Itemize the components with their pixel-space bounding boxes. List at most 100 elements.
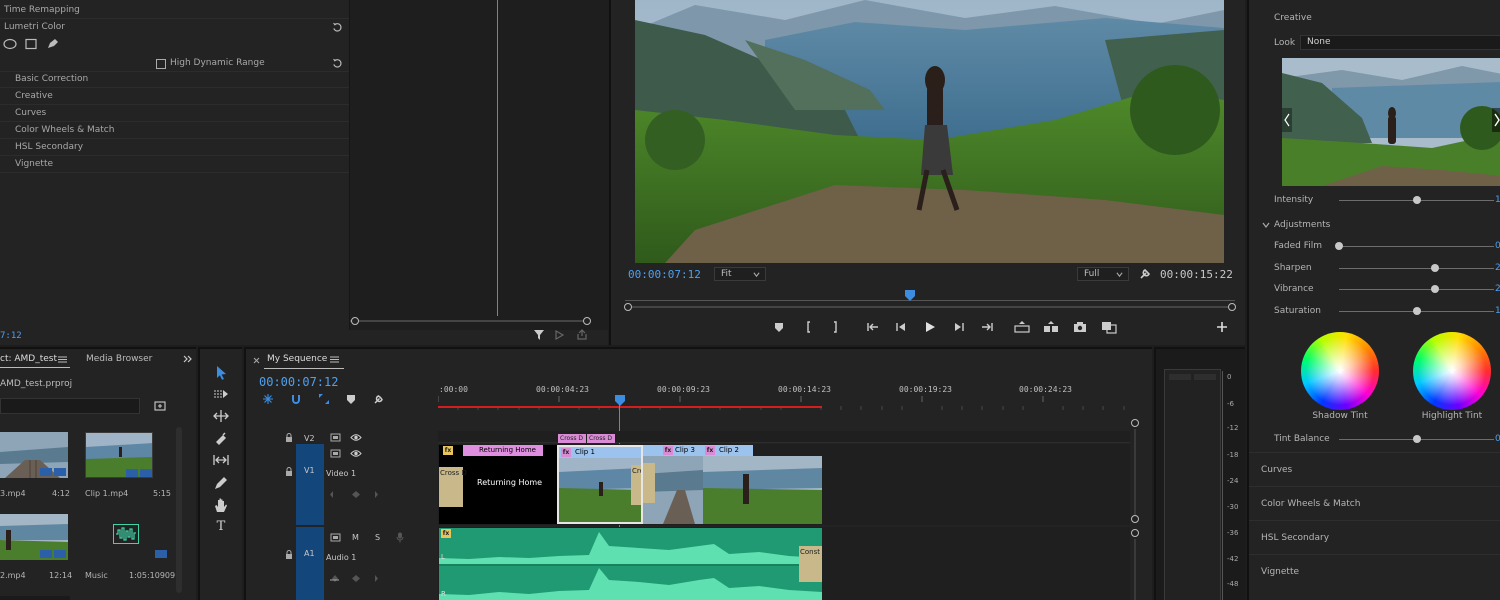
timeline-current-timecode[interactable]: 00:00:07:12	[259, 375, 338, 389]
tint-balance-value[interactable]: 0	[1495, 434, 1500, 444]
program-current-timecode[interactable]: 00:00:07:12	[628, 268, 701, 281]
clip-1[interactable]: fx Clip 1 Cross D	[557, 445, 643, 524]
program-video-frame[interactable]	[635, 0, 1224, 263]
clip-returning-home[interactable]: fx Returning Home Cross D Returning Home	[439, 445, 557, 524]
extract-button[interactable]	[1043, 320, 1058, 334]
adjustment-slider-knob[interactable]	[1335, 242, 1343, 250]
keyframe-nav-icons[interactable]	[330, 574, 380, 583]
quality-dropdown[interactable]: Full	[1077, 267, 1129, 281]
lock-icon[interactable]	[285, 433, 293, 442]
hand-tool-icon[interactable]	[213, 497, 229, 513]
track-target-v1[interactable]	[296, 444, 324, 525]
tab-sequence[interactable]: My Sequence	[267, 354, 327, 364]
wrench-icon[interactable]	[1139, 267, 1152, 280]
export-frame-button[interactable]	[1073, 320, 1087, 334]
adjustment-slider[interactable]	[1339, 246, 1494, 247]
step-back-button[interactable]	[894, 320, 908, 334]
mark-out-button[interactable]	[828, 320, 842, 334]
tab-media-browser[interactable]: Media Browser	[86, 354, 152, 364]
slider-value[interactable]: 2	[1495, 284, 1500, 294]
microphone-icon[interactable]	[396, 532, 404, 543]
panel-menu-icon[interactable]	[58, 356, 67, 363]
constant-power-transition[interactable]: Const	[799, 546, 822, 582]
tab-project[interactable]: ct: AMD_test	[0, 354, 57, 364]
overflow-icon[interactable]	[183, 355, 193, 363]
mark-in-button[interactable]	[802, 320, 816, 334]
scroll-start-handle[interactable]	[351, 317, 359, 325]
project-item-thumbnail[interactable]	[85, 514, 153, 560]
go-to-out-button[interactable]	[980, 320, 994, 334]
audio-clip-music[interactable]: fx L R Const	[439, 528, 822, 600]
ec-scrollbar[interactable]	[350, 320, 590, 322]
step-forward-button[interactable]	[952, 320, 966, 334]
adjustment-slider-knob[interactable]	[1431, 264, 1440, 272]
track-label-v1[interactable]: V1	[304, 466, 315, 475]
playhead-marker-icon[interactable]	[905, 290, 915, 301]
zoom-start-handle[interactable]	[624, 303, 632, 311]
project-search-input[interactable]	[0, 398, 140, 414]
ec-time-remapping[interactable]: Time Remapping	[0, 2, 349, 19]
comparison-view-button[interactable]	[1101, 320, 1117, 334]
razor-tool-icon[interactable]	[213, 431, 229, 447]
type-tool-icon[interactable]: T	[213, 519, 229, 535]
hdr-checkbox[interactable]	[156, 59, 166, 69]
section-hsl-secondary[interactable]: HSL Secondary	[1249, 520, 1500, 554]
wrench-icon[interactable]	[373, 393, 385, 405]
shadow-tint-wheel[interactable]: +	[1301, 332, 1379, 410]
pen-tool-icon[interactable]	[213, 475, 229, 491]
intensity-value[interactable]: 10	[1495, 195, 1500, 205]
program-ruler[interactable]	[625, 291, 1235, 301]
play-button[interactable]	[923, 320, 937, 334]
scroll-end-handle[interactable]	[583, 317, 591, 325]
adjustment-slider[interactable]	[1339, 289, 1494, 290]
ripple-edit-tool-icon[interactable]	[213, 409, 229, 423]
track-target-a1[interactable]	[296, 527, 324, 600]
lock-icon[interactable]	[285, 550, 293, 559]
look-preview[interactable]	[1282, 58, 1500, 186]
ec-vignette[interactable]: Vignette	[0, 156, 349, 173]
video-zoom-handle[interactable]	[1131, 419, 1139, 427]
snap-magnet-icon[interactable]	[290, 393, 302, 405]
project-item-thumbnail[interactable]	[0, 514, 68, 560]
previous-look-icon[interactable]	[1282, 108, 1292, 132]
section-curves[interactable]: Curves	[1249, 452, 1500, 486]
track-label-a1[interactable]: A1	[304, 549, 315, 558]
zoom-end-handle[interactable]	[1228, 303, 1236, 311]
slip-tool-icon[interactable]	[213, 453, 229, 467]
button-editor-button[interactable]	[1215, 320, 1229, 334]
intensity-slider-knob[interactable]	[1412, 196, 1421, 204]
clip-2[interactable]: fx Clip 2	[703, 445, 822, 524]
sync-lock-icon[interactable]	[330, 433, 341, 442]
cross-dissolve-transition[interactable]: Cross D	[439, 467, 467, 507]
audio-vertical-scrollbar[interactable]	[1134, 539, 1136, 600]
linked-selection-icon[interactable]	[318, 393, 330, 405]
track-select-tool-icon[interactable]	[213, 387, 229, 401]
ec-basic-correction[interactable]: Basic Correction	[0, 71, 349, 88]
mute-track-button[interactable]: M	[352, 533, 359, 542]
peak-indicator-right[interactable]	[1194, 374, 1216, 380]
keyframe-nav-icons[interactable]	[330, 490, 380, 499]
lock-icon[interactable]	[285, 467, 293, 476]
next-look-icon[interactable]	[1492, 108, 1500, 132]
tint-balance-slider-knob[interactable]	[1412, 435, 1421, 443]
playhead-marker-icon[interactable]	[615, 395, 625, 406]
go-to-in-button[interactable]	[866, 320, 880, 334]
filter-icon[interactable]	[533, 329, 545, 341]
panel-menu-icon[interactable]	[330, 356, 339, 363]
reset-icon[interactable]	[332, 22, 343, 33]
ec-hsl-secondary[interactable]: HSL Secondary	[0, 139, 349, 156]
track-label-v2[interactable]: V2	[304, 434, 315, 443]
v2-clip-cross[interactable]: Cross D	[558, 434, 586, 443]
project-item-thumbnail[interactable]	[85, 432, 153, 478]
highlight-tint-wheel[interactable]: +	[1413, 332, 1491, 410]
track-lane-v2[interactable]	[438, 431, 1130, 443]
cross-dissolve-transition[interactable]: Cross D	[631, 465, 641, 505]
ec-color-wheels[interactable]: Color Wheels & Match	[0, 122, 349, 139]
ec-creative[interactable]: Creative	[0, 88, 349, 105]
section-vignette[interactable]: Vignette	[1249, 554, 1500, 588]
clip-3[interactable]: fx Clip 3	[643, 445, 703, 524]
reset-icon[interactable]	[332, 58, 343, 69]
eye-icon[interactable]	[350, 449, 362, 458]
video-zoom-handle[interactable]	[1131, 515, 1139, 523]
cross-dissolve-transition[interactable]	[643, 463, 655, 503]
